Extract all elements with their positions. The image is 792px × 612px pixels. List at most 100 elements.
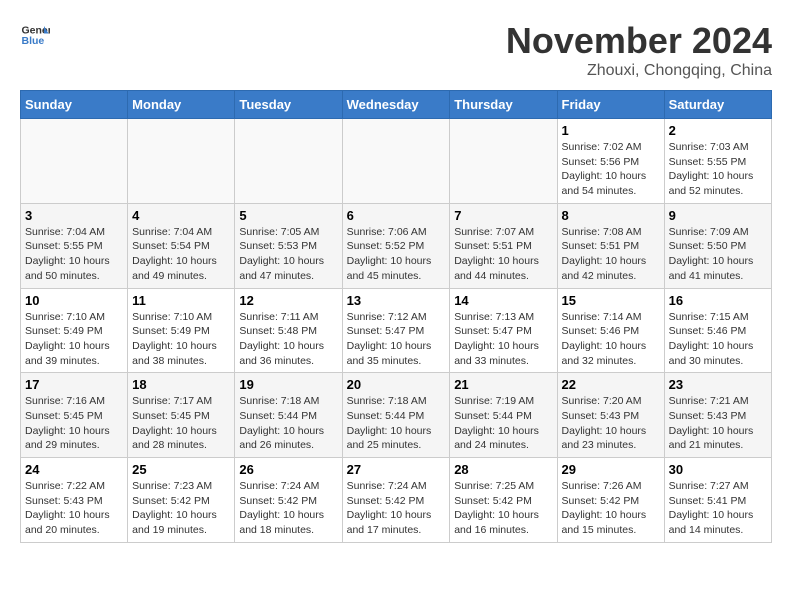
day-number: 11 bbox=[132, 293, 230, 308]
day-number: 25 bbox=[132, 462, 230, 477]
day-info: Sunrise: 7:13 AM Sunset: 5:47 PM Dayligh… bbox=[454, 310, 552, 369]
calendar-cell bbox=[342, 119, 450, 204]
day-info: Sunrise: 7:23 AM Sunset: 5:42 PM Dayligh… bbox=[132, 479, 230, 538]
calendar-cell: 29 Sunrise: 7:26 AM Sunset: 5:42 PM Dayli… bbox=[557, 458, 664, 543]
day-number: 23 bbox=[669, 377, 767, 392]
day-info: Sunrise: 7:02 AM Sunset: 5:56 PM Dayligh… bbox=[562, 140, 660, 199]
calendar-cell bbox=[235, 119, 342, 204]
calendar-cell: 1 Sunrise: 7:02 AM Sunset: 5:56 PM Daylig… bbox=[557, 119, 664, 204]
day-number: 12 bbox=[239, 293, 337, 308]
day-info: Sunrise: 7:11 AM Sunset: 5:48 PM Dayligh… bbox=[239, 310, 337, 369]
day-number: 24 bbox=[25, 462, 123, 477]
day-info: Sunrise: 7:15 AM Sunset: 5:46 PM Dayligh… bbox=[669, 310, 767, 369]
svg-text:Blue: Blue bbox=[22, 35, 45, 47]
day-info: Sunrise: 7:10 AM Sunset: 5:49 PM Dayligh… bbox=[25, 310, 123, 369]
calendar-cell: 24 Sunrise: 7:22 AM Sunset: 5:43 PM Dayli… bbox=[21, 458, 128, 543]
day-info: Sunrise: 7:17 AM Sunset: 5:45 PM Dayligh… bbox=[132, 394, 230, 453]
day-number: 19 bbox=[239, 377, 337, 392]
calendar-cell: 5Sunrise: 7:05 AM Sunset: 5:53 PM Daylig… bbox=[235, 203, 342, 288]
day-number: 3 bbox=[25, 208, 123, 223]
day-number: 6 bbox=[347, 208, 446, 223]
day-info: Sunrise: 7:10 AM Sunset: 5:49 PM Dayligh… bbox=[132, 310, 230, 369]
day-info: Sunrise: 7:26 AM Sunset: 5:42 PM Dayligh… bbox=[562, 479, 660, 538]
day-info: Sunrise: 7:18 AM Sunset: 5:44 PM Dayligh… bbox=[347, 394, 446, 453]
day-info: Sunrise: 7:07 AM Sunset: 5:51 PM Dayligh… bbox=[454, 225, 552, 284]
day-number: 5 bbox=[239, 208, 337, 223]
day-info: Sunrise: 7:27 AM Sunset: 5:41 PM Dayligh… bbox=[669, 479, 767, 538]
day-number: 7 bbox=[454, 208, 552, 223]
calendar-cell: 2Sunrise: 7:03 AM Sunset: 5:55 PM Daylig… bbox=[664, 119, 771, 204]
calendar-cell: 19 Sunrise: 7:18 AM Sunset: 5:44 PM Dayli… bbox=[235, 373, 342, 458]
day-number: 8 bbox=[562, 208, 660, 223]
calendar-cell: 28 Sunrise: 7:25 AM Sunset: 5:42 PM Dayli… bbox=[450, 458, 557, 543]
calendar-cell bbox=[21, 119, 128, 204]
calendar-cell bbox=[450, 119, 557, 204]
logo-icon: General Blue bbox=[20, 20, 50, 50]
page-title: November 2024 bbox=[506, 20, 772, 62]
week-row-1: 1 Sunrise: 7:02 AM Sunset: 5:56 PM Daylig… bbox=[21, 119, 772, 204]
day-info: Sunrise: 7:14 AM Sunset: 5:46 PM Dayligh… bbox=[562, 310, 660, 369]
column-header-monday: Monday bbox=[128, 91, 235, 119]
day-number: 30 bbox=[669, 462, 767, 477]
calendar-cell: 21 Sunrise: 7:19 AM Sunset: 5:44 PM Dayli… bbox=[450, 373, 557, 458]
column-header-thursday: Thursday bbox=[450, 91, 557, 119]
calendar-cell: 8 Sunrise: 7:08 AM Sunset: 5:51 PM Daylig… bbox=[557, 203, 664, 288]
calendar-cell: 7 Sunrise: 7:07 AM Sunset: 5:51 PM Daylig… bbox=[450, 203, 557, 288]
day-number: 9 bbox=[669, 208, 767, 223]
day-info: Sunrise: 7:24 AM Sunset: 5:42 PM Dayligh… bbox=[239, 479, 337, 538]
day-number: 14 bbox=[454, 293, 552, 308]
day-info: Sunrise: 7:16 AM Sunset: 5:45 PM Dayligh… bbox=[25, 394, 123, 453]
day-info: Sunrise: 7:06 AM Sunset: 5:52 PM Dayligh… bbox=[347, 225, 446, 284]
day-info: Sunrise: 7:03 AM Sunset: 5:55 PM Dayligh… bbox=[669, 140, 767, 199]
day-number: 22 bbox=[562, 377, 660, 392]
calendar-cell: 22 Sunrise: 7:20 AM Sunset: 5:43 PM Dayli… bbox=[557, 373, 664, 458]
day-number: 15 bbox=[562, 293, 660, 308]
calendar-cell: 13Sunrise: 7:12 AM Sunset: 5:47 PM Dayli… bbox=[342, 288, 450, 373]
column-header-sunday: Sunday bbox=[21, 91, 128, 119]
week-row-5: 24 Sunrise: 7:22 AM Sunset: 5:43 PM Dayli… bbox=[21, 458, 772, 543]
day-info: Sunrise: 7:25 AM Sunset: 5:42 PM Dayligh… bbox=[454, 479, 552, 538]
calendar-cell: 16 Sunrise: 7:15 AM Sunset: 5:46 PM Dayli… bbox=[664, 288, 771, 373]
day-info: Sunrise: 7:08 AM Sunset: 5:51 PM Dayligh… bbox=[562, 225, 660, 284]
title-section: November 2024 Zhouxi, Chongqing, China bbox=[506, 20, 772, 80]
calendar-cell: 11 Sunrise: 7:10 AM Sunset: 5:49 PM Dayli… bbox=[128, 288, 235, 373]
day-info: Sunrise: 7:20 AM Sunset: 5:43 PM Dayligh… bbox=[562, 394, 660, 453]
column-header-tuesday: Tuesday bbox=[235, 91, 342, 119]
calendar-cell: 26 Sunrise: 7:24 AM Sunset: 5:42 PM Dayli… bbox=[235, 458, 342, 543]
calendar-table: SundayMondayTuesdayWednesdayThursdayFrid… bbox=[20, 90, 772, 543]
calendar-cell: 12 Sunrise: 7:11 AM Sunset: 5:48 PM Dayli… bbox=[235, 288, 342, 373]
day-number: 18 bbox=[132, 377, 230, 392]
day-number: 21 bbox=[454, 377, 552, 392]
day-number: 16 bbox=[669, 293, 767, 308]
calendar-cell: 3 Sunrise: 7:04 AM Sunset: 5:55 PM Daylig… bbox=[21, 203, 128, 288]
day-info: Sunrise: 7:19 AM Sunset: 5:44 PM Dayligh… bbox=[454, 394, 552, 453]
day-number: 20 bbox=[347, 377, 446, 392]
week-row-3: 10 Sunrise: 7:10 AM Sunset: 5:49 PM Dayli… bbox=[21, 288, 772, 373]
day-number: 26 bbox=[239, 462, 337, 477]
calendar-cell: 25 Sunrise: 7:23 AM Sunset: 5:42 PM Dayli… bbox=[128, 458, 235, 543]
calendar-cell: 6 Sunrise: 7:06 AM Sunset: 5:52 PM Daylig… bbox=[342, 203, 450, 288]
day-number: 27 bbox=[347, 462, 446, 477]
page-header: General Blue November 2024 Zhouxi, Chong… bbox=[20, 20, 772, 80]
calendar-cell: 17 Sunrise: 7:16 AM Sunset: 5:45 PM Dayli… bbox=[21, 373, 128, 458]
page-subtitle: Zhouxi, Chongqing, China bbox=[506, 62, 772, 80]
calendar-cell: 14 Sunrise: 7:13 AM Sunset: 5:47 PM Dayli… bbox=[450, 288, 557, 373]
calendar-cell: 30 Sunrise: 7:27 AM Sunset: 5:41 PM Dayli… bbox=[664, 458, 771, 543]
calendar-cell: 23 Sunrise: 7:21 AM Sunset: 5:43 PM Dayli… bbox=[664, 373, 771, 458]
calendar-cell: 20 Sunrise: 7:18 AM Sunset: 5:44 PM Dayli… bbox=[342, 373, 450, 458]
day-number: 17 bbox=[25, 377, 123, 392]
calendar-cell: 27 Sunrise: 7:24 AM Sunset: 5:42 PM Dayli… bbox=[342, 458, 450, 543]
calendar-cell: 18 Sunrise: 7:17 AM Sunset: 5:45 PM Dayli… bbox=[128, 373, 235, 458]
day-info: Sunrise: 7:24 AM Sunset: 5:42 PM Dayligh… bbox=[347, 479, 446, 538]
day-info: Sunrise: 7:18 AM Sunset: 5:44 PM Dayligh… bbox=[239, 394, 337, 453]
day-number: 10 bbox=[25, 293, 123, 308]
day-info: Sunrise: 7:21 AM Sunset: 5:43 PM Dayligh… bbox=[669, 394, 767, 453]
day-number: 28 bbox=[454, 462, 552, 477]
week-row-4: 17 Sunrise: 7:16 AM Sunset: 5:45 PM Dayli… bbox=[21, 373, 772, 458]
day-info: Sunrise: 7:04 AM Sunset: 5:55 PM Dayligh… bbox=[25, 225, 123, 284]
day-info: Sunrise: 7:09 AM Sunset: 5:50 PM Dayligh… bbox=[669, 225, 767, 284]
day-number: 1 bbox=[562, 123, 660, 138]
day-number: 29 bbox=[562, 462, 660, 477]
week-row-2: 3 Sunrise: 7:04 AM Sunset: 5:55 PM Daylig… bbox=[21, 203, 772, 288]
day-info: Sunrise: 7:22 AM Sunset: 5:43 PM Dayligh… bbox=[25, 479, 123, 538]
